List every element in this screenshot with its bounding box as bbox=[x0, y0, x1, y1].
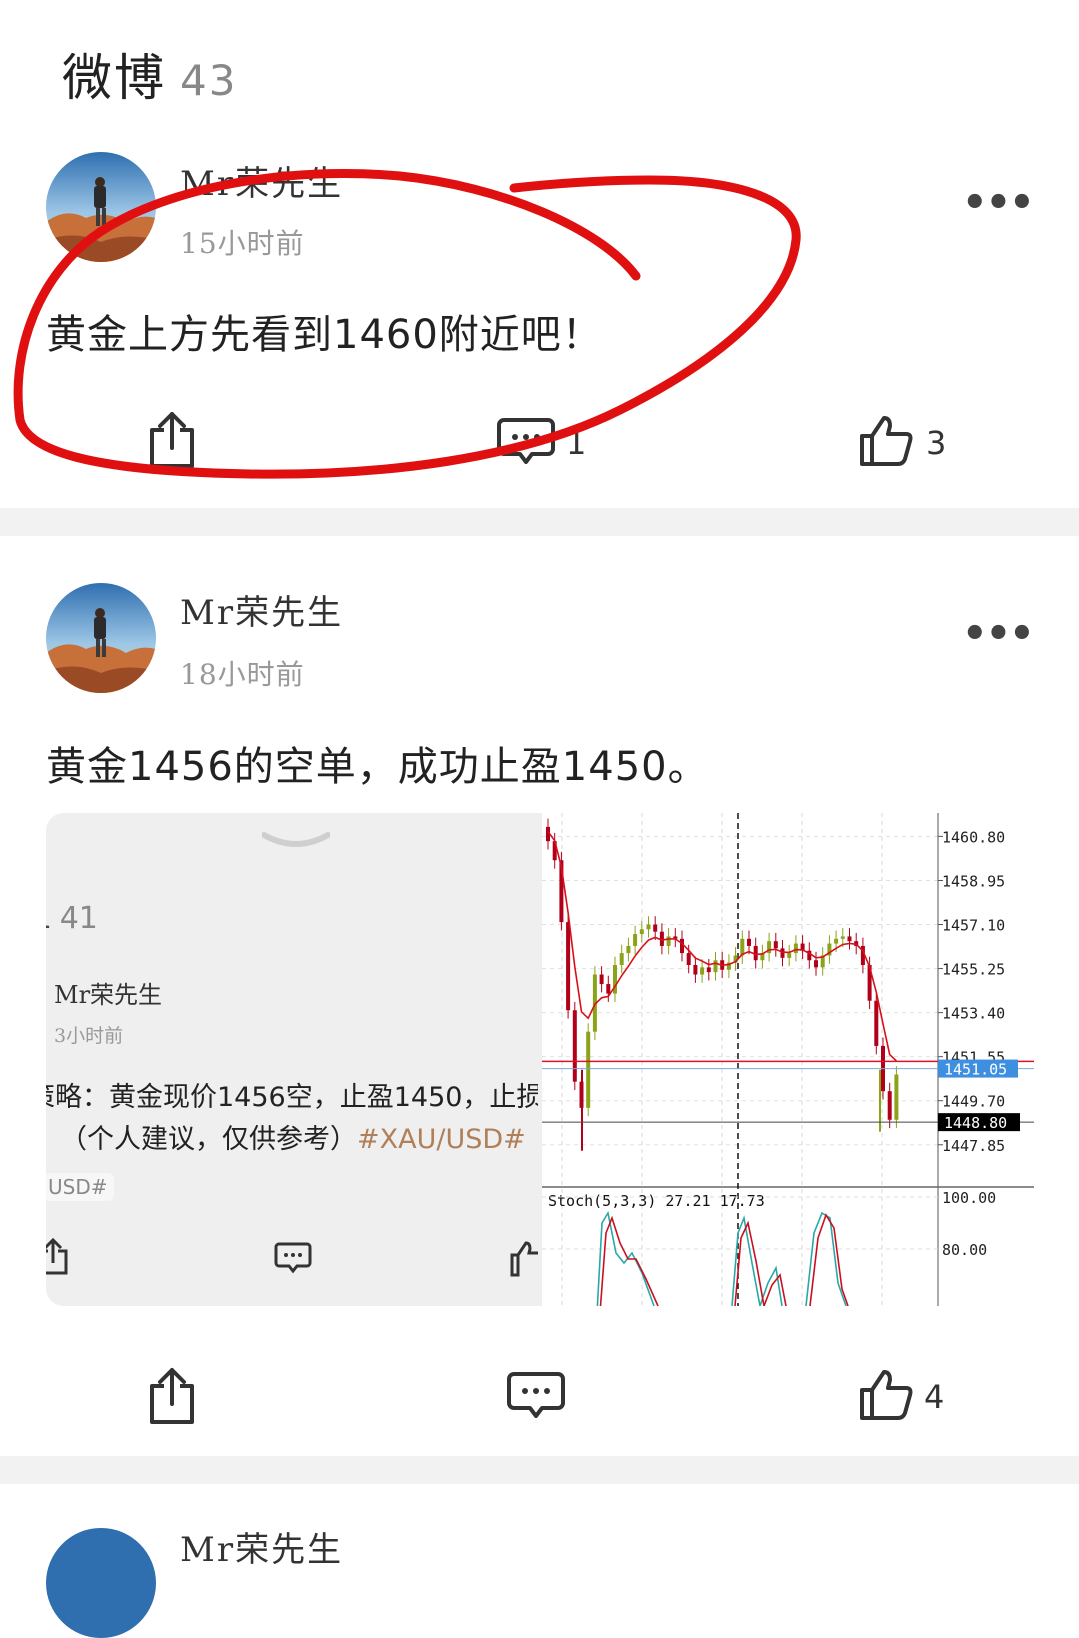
candle-body bbox=[633, 934, 638, 946]
post-divider bbox=[0, 1456, 1079, 1484]
price-tick-label: 1455.25 bbox=[942, 961, 1005, 979]
avatar[interactable] bbox=[46, 583, 156, 693]
stoch-main-line bbox=[596, 1210, 655, 1306]
current-price-label: 1451.05 bbox=[944, 1061, 1007, 1079]
candle-body bbox=[713, 960, 718, 973]
embed-like-icon bbox=[510, 1241, 538, 1277]
candle-body bbox=[834, 938, 839, 944]
price-tick-label: 1457.10 bbox=[942, 917, 1005, 935]
author-name[interactable]: Mr荣先生 bbox=[180, 1522, 343, 1571]
like-count: 4 bbox=[924, 1378, 945, 1416]
embed-hashtag: #XAU/USD# bbox=[357, 1124, 526, 1155]
share-icon[interactable] bbox=[144, 1366, 200, 1426]
candle-body bbox=[606, 984, 611, 994]
avatar-image bbox=[46, 1528, 156, 1638]
more-icon[interactable]: ••• bbox=[962, 611, 1035, 657]
candle-body bbox=[874, 1000, 879, 1046]
candle-body bbox=[780, 948, 785, 958]
embed-time: 3小时前 bbox=[54, 1025, 124, 1047]
candle-body bbox=[646, 924, 651, 930]
moving-average-line bbox=[547, 831, 897, 1062]
candle-body bbox=[706, 967, 711, 973]
stoch-tick-label: 100.00 bbox=[942, 1189, 996, 1207]
embed-text-prefix: （个人建议，仅供参考） bbox=[60, 1124, 357, 1155]
embed-screenshot-chart: 1460.80 1458.95 1457.10 1455.25 1453.40 1451.… bbox=[542, 813, 1034, 1306]
price-tick-label: 1449.70 bbox=[942, 1093, 1005, 1111]
candle-body bbox=[586, 1031, 591, 1108]
embed-count: ι 41 bbox=[46, 901, 98, 936]
embed-text-line1: 策略：黄金现价1456空，止盈1450，止损 bbox=[46, 1082, 538, 1113]
stoch-tick-label: 80.00 bbox=[942, 1241, 987, 1259]
embed-screenshot-weibo: ι 41 Mr荣先生 3小时前 策略：黄金现价1456空，止盈1450，止损 （… bbox=[46, 813, 538, 1306]
candle-body bbox=[700, 967, 705, 975]
candle-body bbox=[793, 943, 798, 954]
embed-chip: USD# bbox=[46, 1173, 114, 1201]
candle-body bbox=[840, 936, 845, 939]
candle-body bbox=[747, 938, 751, 946]
stoch-label: Stoch(5,3,3) 27.21 17.73 bbox=[548, 1192, 765, 1210]
embed-text-line2: （个人建议，仅供参考）#XAU/USD# bbox=[60, 1117, 526, 1156]
candle-body bbox=[693, 965, 698, 975]
candle-body bbox=[894, 1074, 899, 1120]
candle-body bbox=[887, 1091, 892, 1120]
candle-body bbox=[599, 974, 604, 985]
crosshair-price-label: 1448.80 bbox=[944, 1114, 1007, 1132]
candle-body bbox=[773, 941, 778, 949]
post-text[interactable]: 黄金1456的空单，成功止盈1450。 bbox=[46, 734, 709, 792]
candle-body bbox=[653, 924, 658, 932]
candle-body bbox=[639, 929, 644, 935]
price-tick-label: 1453.40 bbox=[942, 1005, 1005, 1023]
price-tick-label: 1460.80 bbox=[942, 828, 1005, 846]
stoch-signal-line bbox=[734, 1220, 787, 1306]
candle-body bbox=[572, 1010, 577, 1082]
price-tick-label: 1458.95 bbox=[942, 872, 1005, 890]
candle-body bbox=[847, 936, 852, 942]
chevron-down-icon bbox=[262, 832, 330, 847]
candle-body bbox=[814, 960, 818, 968]
price-chart: 1460.80 1458.95 1457.10 1455.25 1453.40 1451.… bbox=[542, 813, 1034, 1306]
embed-share-icon bbox=[46, 1237, 68, 1275]
like-icon[interactable] bbox=[858, 1368, 914, 1422]
embedded-image[interactable]: ι 41 Mr荣先生 3小时前 策略：黄金现价1456空，止盈1450，止损 （… bbox=[46, 813, 1034, 1306]
avatar-image bbox=[46, 583, 156, 693]
avatar[interactable] bbox=[46, 1528, 156, 1638]
candle-body bbox=[686, 953, 691, 965]
candle-body bbox=[787, 953, 792, 958]
price-tick-label: 1447.85 bbox=[942, 1137, 1005, 1155]
embed-comment-icon bbox=[274, 1242, 312, 1274]
candle-body bbox=[619, 953, 624, 965]
author-name[interactable]: Mr荣先生 bbox=[180, 585, 343, 634]
candle-body bbox=[566, 922, 571, 1011]
comment-icon[interactable] bbox=[506, 1370, 566, 1420]
embed-count-value: 41 bbox=[59, 901, 98, 936]
embed-author: Mr荣先生 bbox=[54, 981, 163, 1009]
candle-body bbox=[666, 936, 671, 946]
annotation-circle bbox=[13, 168, 801, 479]
candle-body bbox=[626, 945, 631, 954]
post-divider bbox=[0, 508, 1079, 536]
post-time: 18小时前 bbox=[180, 658, 305, 691]
